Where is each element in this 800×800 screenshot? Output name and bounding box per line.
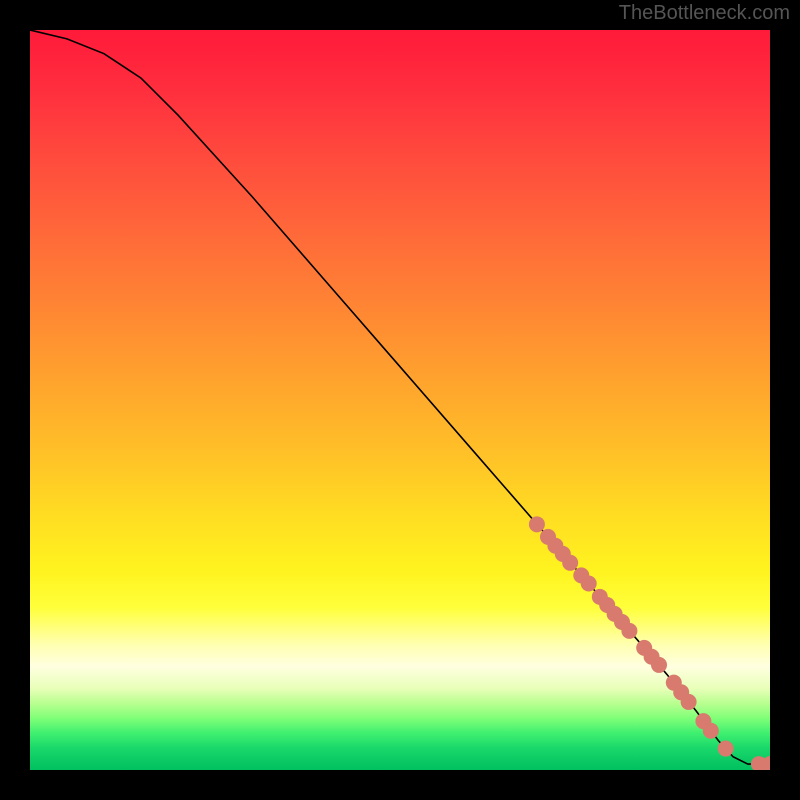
chart-marker	[581, 576, 597, 592]
chart-svg	[30, 30, 770, 770]
chart-marker	[681, 694, 697, 710]
chart-markers	[529, 516, 770, 770]
chart-marker	[621, 623, 637, 639]
chart-marker	[562, 555, 578, 571]
attribution-text: TheBottleneck.com	[619, 2, 790, 25]
chart-marker	[651, 657, 667, 673]
plot-area	[30, 30, 770, 770]
chart-marker	[703, 723, 719, 739]
chart-marker	[718, 741, 734, 757]
chart-marker	[529, 516, 545, 532]
